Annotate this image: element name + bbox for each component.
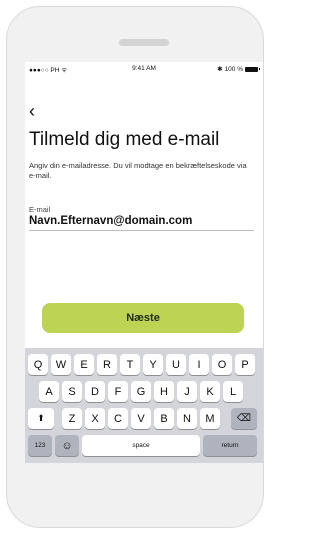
space-key[interactable]: space [82,435,200,456]
key-d[interactable]: D [85,381,105,402]
page-description: Angiv din e-mailadresse. Du vil modtage … [29,161,247,180]
speaker-slot [119,39,169,46]
key-p[interactable]: P [235,354,255,375]
key-l[interactable]: L [223,381,243,402]
key-q[interactable]: Q [28,354,48,375]
key-n[interactable]: N [177,408,197,429]
page-title: Tilmeld dig med e-mail [29,129,220,150]
email-field[interactable] [29,215,254,231]
email-label: E-mail [29,205,51,214]
key-b[interactable]: B [154,408,174,429]
key-i[interactable]: I [189,354,209,375]
status-right: ✱ 100 % [217,65,260,73]
key-h[interactable]: H [154,381,174,402]
onscreen-keyboard: Q W E R T Y U I O P A S D F G H J K L ⬆ … [25,348,263,463]
phone-frame: ●●●○○ PH ᯤ 9:41 AM ✱ 100 % ‹ Tilmeld dig… [6,6,264,528]
keyboard-row-4: 123 ☺ space return [25,435,263,456]
key-t[interactable]: T [120,354,140,375]
key-s[interactable]: S [62,381,82,402]
key-a[interactable]: A [39,381,59,402]
battery-percent: 100 % [224,65,243,73]
key-v[interactable]: V [131,408,151,429]
keyboard-row-2: A S D F G H J K L [25,381,263,402]
key-z[interactable]: Z [62,408,82,429]
key-x[interactable]: X [85,408,105,429]
key-u[interactable]: U [166,354,186,375]
numbers-key[interactable]: 123 [28,435,52,456]
key-m[interactable]: M [200,408,220,429]
app-screen: ●●●○○ PH ᯤ 9:41 AM ✱ 100 % ‹ Tilmeld dig… [25,62,263,463]
next-button[interactable]: Næste [42,303,244,333]
key-k[interactable]: K [200,381,220,402]
return-key[interactable]: return [203,435,257,456]
status-bar: ●●●○○ PH ᯤ 9:41 AM ✱ 100 % [25,62,263,76]
back-arrow-icon[interactable]: ‹ [29,102,35,120]
key-f[interactable]: F [108,381,128,402]
key-y[interactable]: Y [143,354,163,375]
key-w[interactable]: W [51,354,71,375]
keyboard-row-1: Q W E R T Y U I O P [25,354,263,375]
shift-key-icon[interactable]: ⬆ [28,408,54,429]
key-j[interactable]: J [177,381,197,402]
key-r[interactable]: R [97,354,117,375]
key-c[interactable]: C [108,408,128,429]
key-e[interactable]: E [74,354,94,375]
key-o[interactable]: O [212,354,232,375]
backspace-key-icon[interactable]: ⌫ [231,408,257,429]
emoji-key-icon[interactable]: ☺ [55,435,79,456]
battery-icon [245,66,260,72]
keyboard-row-3: ⬆ Z X C V B N M ⌫ [25,408,263,429]
key-g[interactable]: G [131,381,151,402]
bluetooth-icon: ✱ [217,66,223,73]
